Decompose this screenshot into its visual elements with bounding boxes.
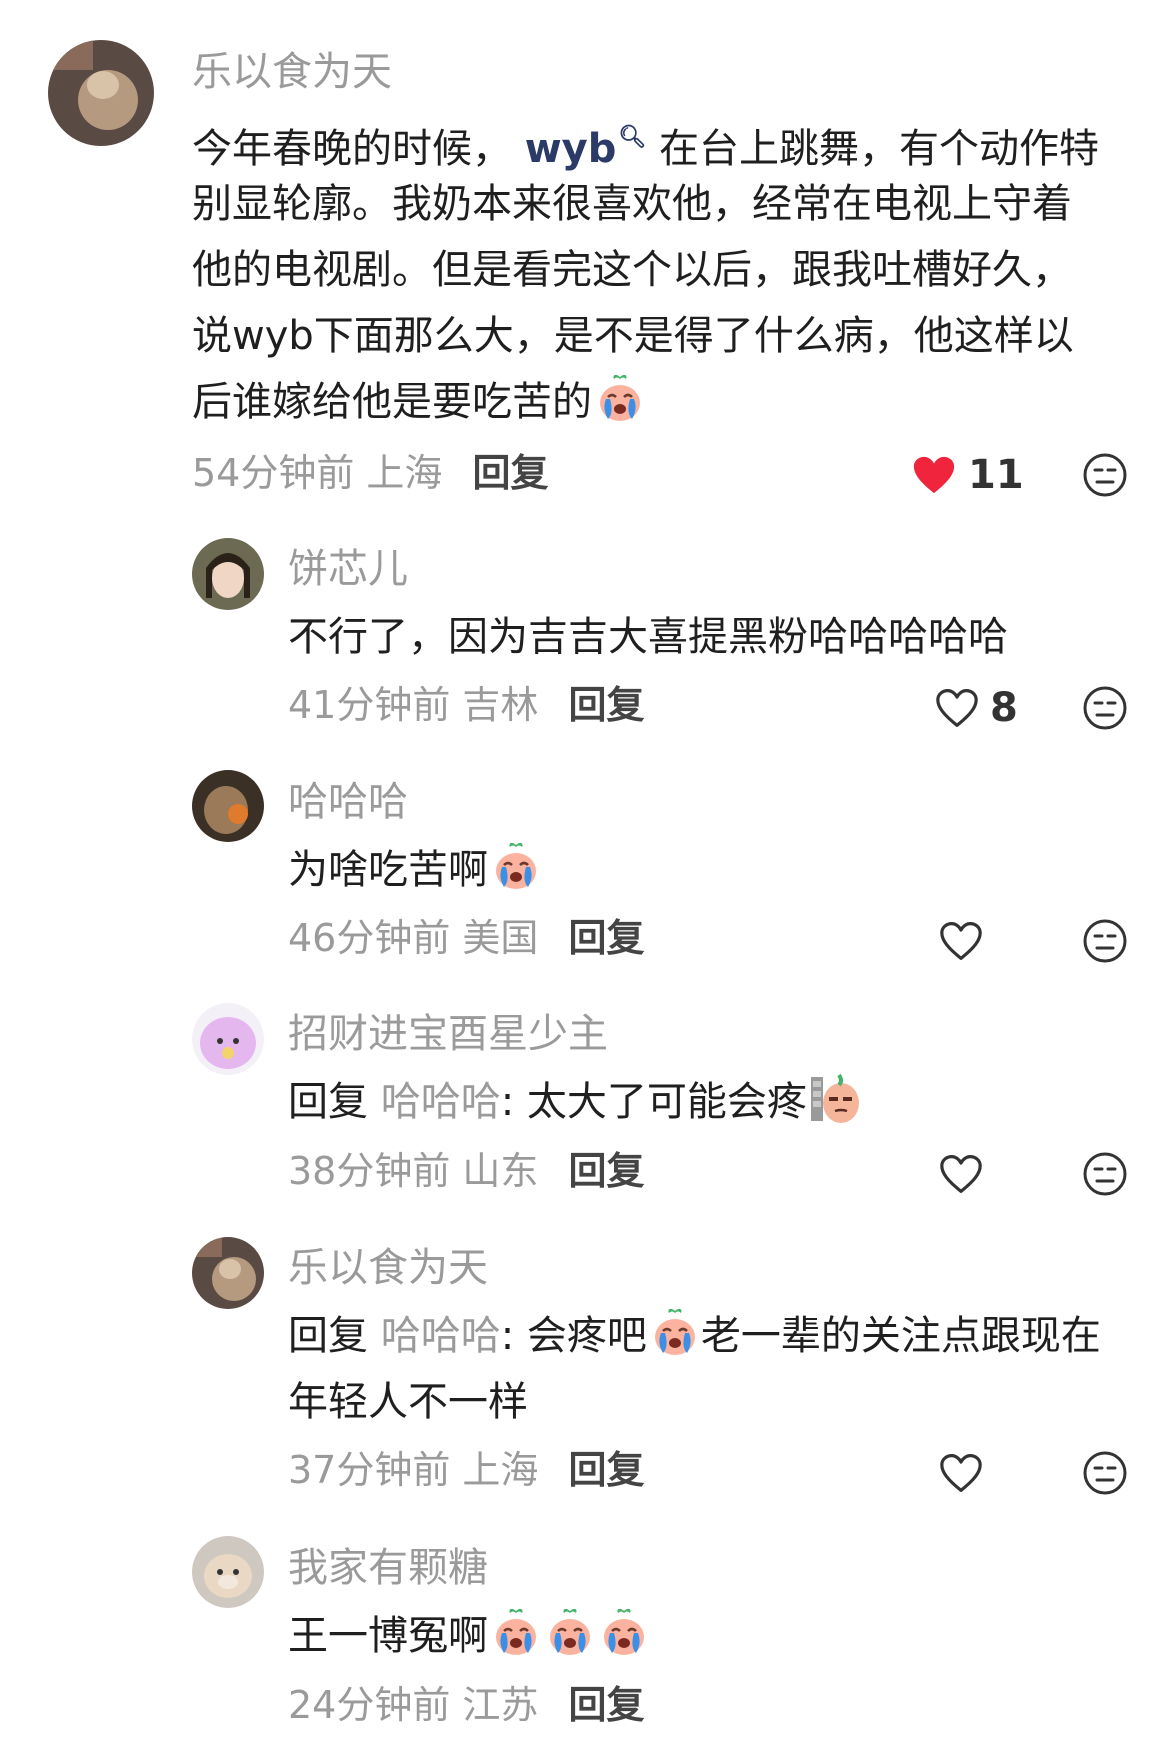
dislike-face-icon[interactable] [1082,452,1128,498]
comment-time: 41分钟前 吉林 [288,683,539,727]
reply-prefix: 回复 [288,1079,368,1125]
comment-text-part: 为啥吃苦啊 [288,847,488,893]
like-button[interactable]: 11 [910,450,1024,500]
username[interactable]: 我家有颗糖 [288,1544,488,1592]
comment-text: 回复 哈哈哈: 会疼吧 老一辈的关注点跟现在 [288,1303,1101,1369]
heart-outline-icon [938,920,984,962]
comment-text-part: 老一辈的关注点跟现在 [700,1313,1101,1359]
comment-text: 为啥吃苦啊 [288,837,542,903]
comment-text-part: 在台上跳舞，有个动作特 [659,126,1100,172]
heart-outline-icon [934,687,980,729]
heart-outline-icon [938,1452,984,1494]
comment-time: 54分钟前 上海 [192,451,443,495]
crying-emoji-icon [594,373,646,425]
comment-text-line: 年轻人不一样 [288,1379,528,1425]
heart-filled-icon [910,453,958,497]
like-button[interactable] [938,916,984,966]
comment-meta: 38分钟前 山东 回复 [288,1148,644,1194]
crying-emoji-icon [649,1307,701,1359]
avatar[interactable] [192,1536,264,1608]
comment-meta: 41分钟前 吉林 回复 [288,682,644,728]
reply-to-username[interactable]: 哈哈哈 [381,1079,501,1125]
comment-text: 回复 哈哈哈: 太大了可能会疼 [288,1069,861,1135]
comment-text-part: 后谁嫁给他是要吃苦的 [192,379,592,425]
comment-text: 王一博冤啊 [288,1603,650,1669]
comment-meta: 37分钟前 上海 回复 [288,1447,644,1493]
dislike-face-icon[interactable] [1082,1450,1128,1496]
avatar[interactable] [48,40,154,146]
like-button[interactable] [938,1149,984,1199]
comment-text-line: 后谁嫁给他是要吃苦的 [192,369,646,435]
dislike-face-icon[interactable] [1082,918,1128,964]
search-icon: 🔍︎ [618,125,647,150]
comment-meta: 24分钟前 江苏 回复 [288,1682,644,1728]
comment-text-part: 今年春晚的时候， [192,126,512,172]
peeking-emoji-icon [809,1073,861,1125]
comment-text-part: : 太大了可能会疼 [500,1079,807,1125]
reply-button[interactable]: 回复 [568,1149,644,1193]
reply-prefix: 回复 [288,1313,368,1359]
reply-button[interactable]: 回复 [568,1683,644,1727]
username[interactable]: 乐以食为天 [288,1244,488,1292]
comment-time: 38分钟前 山东 [288,1149,539,1193]
comment-time: 24分钟前 江苏 [288,1683,539,1727]
avatar[interactable] [192,1003,264,1075]
dislike-face-icon[interactable] [1082,1151,1128,1197]
comment-text-line: 别显轮廓。我奶本来很喜欢他，经常在电视上守着 [192,181,1072,227]
avatar[interactable] [192,538,264,610]
avatar[interactable] [192,1237,264,1309]
avatar[interactable] [192,770,264,842]
comment-text-line: 说wyb下面那么大，是不是得了什么病，他这样以 [192,313,1074,359]
heart-outline-icon [938,1153,984,1195]
reply-button[interactable]: 回复 [472,451,548,495]
username[interactable]: 招财进宝酉星少主 [288,1010,608,1058]
username[interactable]: 饼芯儿 [288,545,408,593]
comment-time: 37分钟前 上海 [288,1448,539,1492]
comment-text-part: : 会疼吧 [500,1313,647,1359]
reply-button[interactable]: 回复 [568,916,644,960]
username[interactable]: 哈哈哈 [288,778,408,826]
comment-time: 46分钟前 美国 [288,916,539,960]
dislike-face-icon[interactable] [1082,685,1128,731]
like-button[interactable] [938,1448,984,1498]
comment-text-part: 王一博冤啊 [288,1613,488,1659]
crying-emoji-icon [544,1607,596,1659]
reply-button[interactable]: 回复 [568,1448,644,1492]
comment-text: 不行了，因为吉吉大喜提黑粉哈哈哈哈哈 [288,614,1008,660]
crying-emoji-icon [490,841,542,893]
crying-emoji-icon [490,1607,542,1659]
reply-button[interactable]: 回复 [568,683,644,727]
username[interactable]: 乐以食为天 [192,48,392,96]
comment-meta: 54分钟前 上海 回复 [192,450,548,496]
search-link[interactable]: wyb🔍︎ [525,125,647,172]
like-count: 11 [968,452,1024,498]
comment-meta: 46分钟前 美国 回复 [288,915,644,961]
crying-emoji-icon [598,1607,650,1659]
reply-to-username[interactable]: 哈哈哈 [381,1313,501,1359]
comment-text-line: 他的电视剧。但是看完这个以后，跟我吐槽好久， [192,247,1072,293]
like-button[interactable]: 8 [934,683,1018,733]
like-count: 8 [990,685,1018,731]
